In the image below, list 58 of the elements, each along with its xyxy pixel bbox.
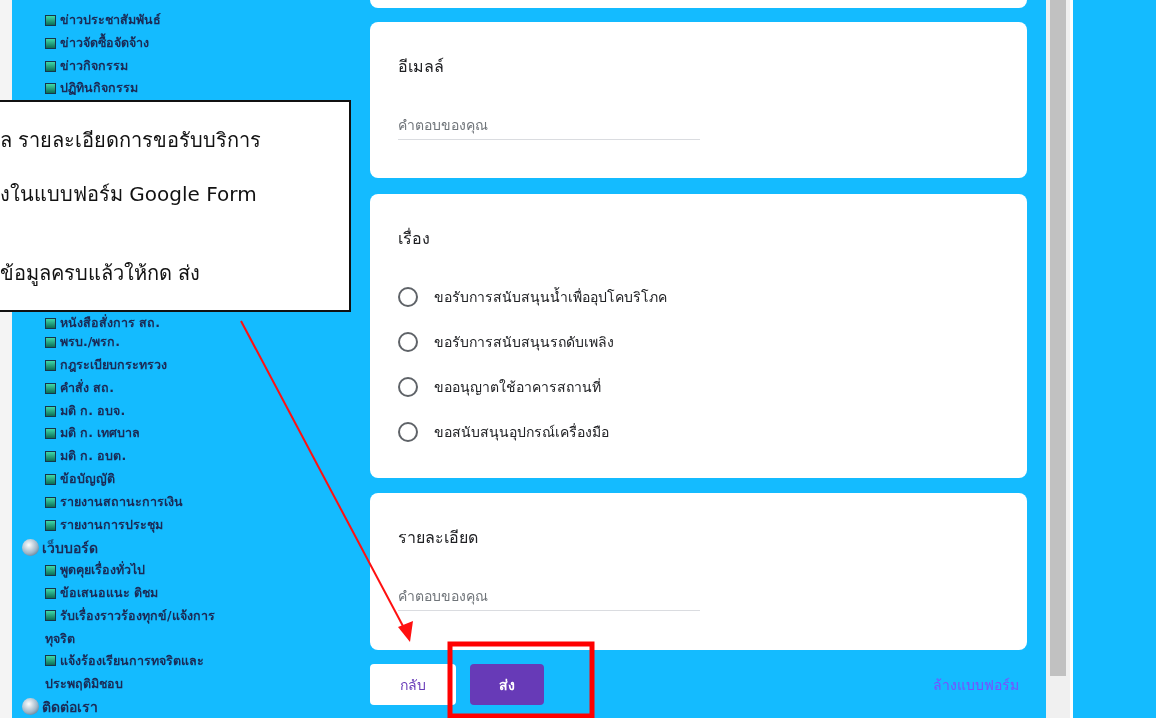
bullet-icon	[45, 382, 56, 394]
sidebar-link[interactable]: คำสั่ง สถ.	[60, 376, 115, 400]
sidebar-link[interactable]: ข้อบัญญัติ	[60, 467, 115, 491]
back-button[interactable]: กลับ	[370, 664, 456, 705]
submit-button[interactable]: ส่ง	[470, 664, 544, 705]
sidebar-link[interactable]: ข่าวประชาสัมพันธ์	[60, 9, 161, 32]
sidebar-link[interactable]: มติ ก. อบจ.	[60, 399, 126, 423]
radio-button[interactable]	[398, 287, 418, 307]
sidebar-link[interactable]: หนังสือสั่งการ สถ.	[60, 315, 161, 332]
bullet-icon	[45, 37, 56, 49]
bullet-icon	[45, 565, 56, 577]
sidebar-link[interactable]: ข้อเสนอแนะ ติชม	[60, 582, 159, 605]
sidebar-link[interactable]: ข่าวจัดซื้อจัดจ้าง	[60, 31, 149, 55]
option-label[interactable]: ขอรับการสนับสนุนรถดับเพลิง	[434, 331, 614, 353]
bullet-icon	[45, 519, 56, 531]
bullet-icon	[45, 428, 56, 440]
radio-button[interactable]	[398, 332, 418, 352]
bullet-icon	[45, 451, 56, 463]
orb-icon	[22, 539, 39, 557]
bullet-icon	[45, 405, 56, 417]
sidebar-link[interactable]: มติ ก. เทศบาล	[60, 422, 141, 446]
sidebar-link[interactable]: ปฏิทินกิจกรรม	[60, 77, 138, 101]
sidebar-link[interactable]: รายงานการประชุม	[60, 513, 163, 537]
sidebar-heading[interactable]: เว็บบอร์ด	[42, 536, 98, 559]
answer-field[interactable]: คำตอบของคุณ	[398, 588, 700, 611]
radio-button[interactable]	[398, 422, 418, 442]
callout-text: ข้อมูลครบแล้วให้กด ส่ง	[0, 260, 201, 288]
sidebar-link[interactable]: แจ้งร้องเรียนการทจริตและ ประพฤติมิชอบ	[45, 650, 245, 696]
bullet-icon	[45, 83, 56, 95]
option-label[interactable]: ขออนุญาตใช้อาคารสถานที่	[434, 376, 601, 398]
sidebar-heading[interactable]: ติดต่อเรา	[42, 695, 98, 718]
question-title: เรื่อง	[398, 227, 430, 250]
callout-text: ล รายละเอียดการขอรับบริการ	[0, 127, 262, 154]
bullet-icon	[45, 318, 56, 330]
bullet-icon	[45, 473, 56, 485]
sidebar-link[interactable]: พรบ./พรก.	[60, 331, 121, 354]
scrollbar[interactable]	[1046, 0, 1070, 718]
callout-text: งในแบบฟอร์ม Google Form	[0, 181, 257, 208]
radio-button[interactable]	[398, 377, 418, 397]
sidebar-link[interactable]: รายงานสถานะการเงิน	[60, 490, 183, 514]
sidebar-link[interactable]: ข่าวกิจกรรม	[60, 54, 128, 78]
scroll-thumb[interactable]	[1050, 0, 1066, 676]
bullet-icon	[45, 15, 56, 26]
bullet-icon	[45, 496, 56, 508]
bullet-icon	[45, 588, 56, 600]
sidebar-link[interactable]: กฎระเบียบกระทรวง	[60, 354, 167, 377]
option-label[interactable]: ขอสนับสนุนอุปกรณ์เครื่องมือ	[434, 421, 609, 443]
answer-field[interactable]: คำตอบของคุณ	[398, 117, 700, 140]
sidebar-link[interactable]: รับเรื่องราวร้องทุกข์/แจ้งการ ทุจริต	[45, 604, 245, 651]
sidebar-link[interactable]: มติ ก. อบต.	[60, 445, 127, 468]
bullet-icon	[45, 337, 56, 349]
orb-icon	[22, 698, 39, 716]
option-label[interactable]: ขอรับการสนับสนุนน้ำเพื่ออุปโคบริโภค	[434, 286, 667, 308]
question-title: รายละเอียด	[398, 527, 478, 549]
bullet-icon	[45, 60, 56, 72]
question-title: อีเมลล์	[398, 56, 444, 78]
bullet-icon	[45, 360, 56, 371]
sidebar-link[interactable]: พูดคุยเรื่องทั่วไป	[60, 559, 145, 583]
